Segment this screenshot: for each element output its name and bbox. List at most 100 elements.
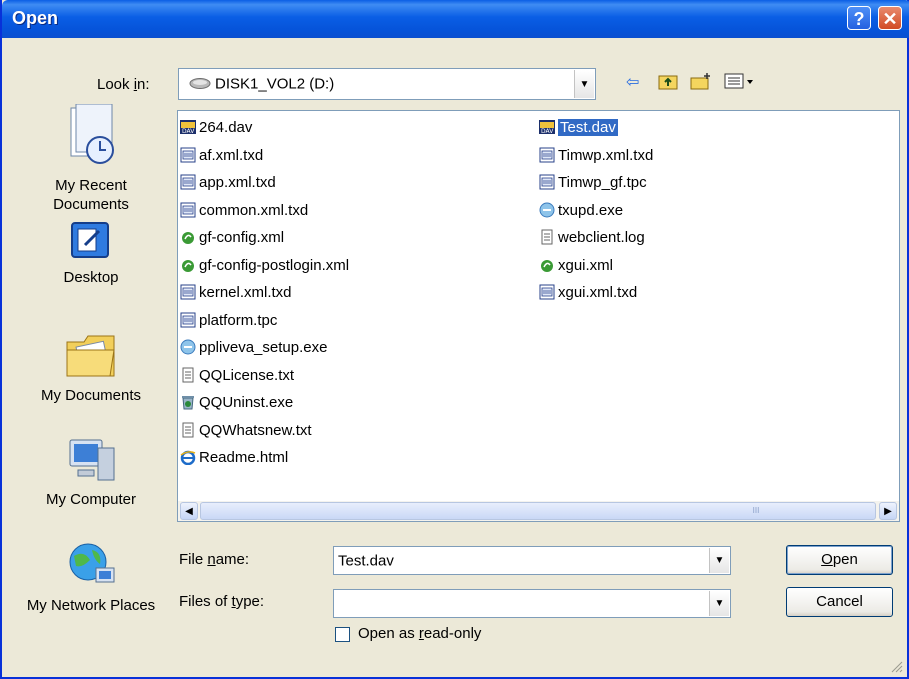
- scroll-left-button[interactable]: ◀: [180, 502, 198, 520]
- txd-file-icon: [539, 174, 555, 190]
- title-bar[interactable]: Open ? ✕: [2, 0, 909, 38]
- place-desktop[interactable]: Desktop: [16, 220, 166, 287]
- file-name: common.xml.txd: [199, 201, 309, 219]
- my-documents-icon: [66, 335, 115, 377]
- svg-text:DAV: DAV: [541, 128, 554, 135]
- place-network[interactable]: My Network Places: [16, 540, 166, 615]
- txd-file-icon: [539, 284, 555, 300]
- xml-file-icon: [180, 257, 199, 274]
- recent-documents-icon: [70, 104, 114, 164]
- text-file-icon: [180, 367, 199, 384]
- views-menu-icon[interactable]: [724, 72, 754, 95]
- close-icon: ✕: [882, 9, 898, 29]
- file-type-label: Files of type:: [179, 593, 265, 610]
- file-name: kernel.xml.txd: [199, 284, 292, 301]
- resize-grip-icon[interactable]: [891, 661, 903, 673]
- txd-file-icon: [180, 147, 199, 164]
- file-item[interactable]: gf-config.xml: [180, 227, 284, 249]
- new-folder-icon[interactable]: [690, 72, 712, 95]
- exe-file-icon: [180, 339, 199, 356]
- file-item[interactable]: txupd.exe: [539, 200, 623, 222]
- file-item[interactable]: QQLicense.txt: [180, 365, 294, 387]
- file-item[interactable]: QQWhatsnew.txt: [180, 420, 312, 442]
- file-item[interactable]: webclient.log: [539, 227, 645, 249]
- scroll-right-icon: ▶: [884, 506, 892, 517]
- file-name: Readme.html: [199, 449, 289, 466]
- file-item[interactable]: ppliveva_setup.exe: [180, 337, 327, 359]
- file-item[interactable]: Timwp.xml.txd: [539, 145, 653, 167]
- file-list[interactable]: DAV 264.dav af.xml.txd app.xml.txd common.xm…: [177, 110, 900, 522]
- xml-file-icon: [180, 229, 199, 246]
- file-item[interactable]: xgui.xml: [539, 255, 613, 277]
- file-item[interactable]: platform.tpc: [180, 310, 277, 332]
- horizontal-scrollbar[interactable]: ◀ III ▶: [178, 501, 899, 521]
- file-item[interactable]: Timwp_gf.tpc: [539, 172, 647, 194]
- scroll-right-button[interactable]: ▶: [879, 502, 897, 520]
- file-item[interactable]: gf-config-postlogin.xml: [180, 255, 349, 277]
- look-in-dropdown[interactable]: DISK1_VOL2 (D:) ▼: [178, 68, 596, 100]
- help-icon: ?: [853, 9, 865, 29]
- xml-file-icon: [541, 259, 553, 272]
- help-button[interactable]: ?: [847, 6, 871, 30]
- chevron-down-icon[interactable]: ▼: [574, 70, 594, 98]
- text-file-icon: [182, 422, 194, 437]
- file-item[interactable]: app.xml.txd: [180, 172, 276, 194]
- file-item[interactable]: DAV Test.dav: [539, 117, 618, 139]
- file-item[interactable]: QQUninst.exe: [180, 392, 293, 414]
- txd-file-icon: [539, 284, 558, 301]
- txd-file-icon: [539, 174, 558, 191]
- chevron-down-icon[interactable]: ▼: [709, 591, 729, 616]
- up-folder-icon[interactable]: [658, 72, 678, 95]
- file-name-field[interactable]: Test.dav ▼: [333, 546, 731, 575]
- file-name-value[interactable]: Test.dav: [338, 552, 394, 569]
- place-my-computer[interactable]: My Computer: [16, 434, 166, 509]
- read-only-checkbox[interactable]: [335, 627, 350, 642]
- exe-file-icon: [180, 339, 196, 355]
- place-label: My Recent Documents: [53, 177, 129, 213]
- chevron-down-icon[interactable]: ▼: [709, 548, 729, 573]
- place-label: My Documents: [40, 387, 142, 404]
- place-my-documents[interactable]: My Documents: [16, 328, 166, 405]
- file-item[interactable]: kernel.xml.txd: [180, 282, 292, 304]
- file-item[interactable]: DAV 264.dav: [180, 117, 252, 139]
- file-name: af.xml.txd: [199, 146, 264, 164]
- txd-file-icon: [180, 312, 199, 329]
- read-only-label[interactable]: Open as read-only: [358, 625, 481, 642]
- txd-file-icon: [180, 202, 196, 217]
- place-recent-documents[interactable]: My Recent Documents: [16, 104, 166, 214]
- txd-file-icon: [539, 147, 555, 162]
- file-name: QQWhatsnew.txt: [199, 421, 312, 439]
- grip-icon: III: [752, 506, 760, 515]
- file-name: txupd.exe: [558, 201, 624, 219]
- open-button[interactable]: Open: [786, 545, 893, 575]
- file-name-label: File name:: [179, 551, 250, 568]
- file-item[interactable]: xgui.xml.txd: [539, 282, 637, 304]
- scrollbar-thumb[interactable]: III: [200, 502, 876, 520]
- dav-file-icon: DAV: [539, 119, 558, 136]
- places-bar: My Recent Documents Desktop My Documents: [16, 104, 166, 664]
- my-computer-icon: [69, 439, 115, 481]
- text-file-icon: [182, 367, 194, 382]
- file-item[interactable]: af.xml.txd: [180, 145, 263, 167]
- txd-file-icon: [180, 284, 199, 301]
- close-button[interactable]: ✕: [878, 6, 902, 30]
- place-label: Desktop: [63, 269, 119, 286]
- file-name: webclient.log: [558, 229, 645, 246]
- cancel-button[interactable]: Cancel: [786, 587, 893, 617]
- file-name: Timwp_gf.tpc: [558, 174, 647, 191]
- open-dialog: Open ? ✕ Look in: DISK1_VOL2 (D:) ▼ ⇦ My…: [0, 0, 909, 679]
- exe-file-icon: [539, 202, 558, 219]
- html-file-icon: [180, 449, 199, 466]
- dav-file-icon: DAV: [180, 120, 196, 135]
- html-file-icon: [180, 450, 196, 465]
- txd-file-icon: [180, 174, 196, 190]
- file-name: gf-config-postlogin.xml: [199, 256, 350, 274]
- xml-file-icon: [539, 257, 558, 274]
- file-type-dropdown[interactable]: ▼: [333, 589, 731, 618]
- look-in-label: Look in:: [97, 76, 150, 93]
- file-item[interactable]: common.xml.txd: [180, 200, 308, 222]
- file-item[interactable]: Readme.html: [180, 447, 288, 469]
- txd-file-icon: [180, 147, 196, 162]
- back-icon[interactable]: ⇦: [626, 72, 639, 92]
- file-name: QQUninst.exe: [199, 394, 294, 411]
